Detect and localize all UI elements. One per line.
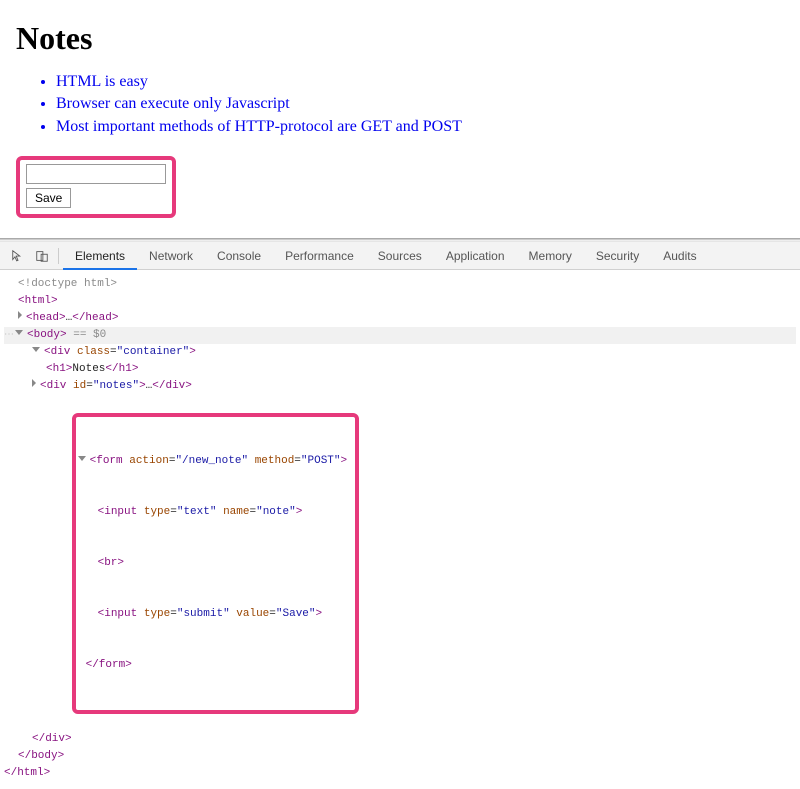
devtools-toolbar: Elements Network Console Performance Sou…	[0, 242, 800, 270]
source-token: <h1>	[46, 363, 72, 375]
source-token: </html>	[4, 767, 50, 779]
source-token: value	[236, 608, 269, 620]
source-token: Notes	[72, 363, 105, 375]
list-item: HTML is easy	[56, 71, 784, 93]
source-token: </form>	[86, 659, 132, 671]
selection-indicator: == $0	[73, 329, 106, 341]
source-token: "Save"	[276, 608, 316, 620]
tab-console[interactable]: Console	[205, 242, 273, 270]
page-viewport: Notes HTML is easy Browser can execute o…	[0, 0, 800, 239]
list-item: Most important methods of HTTP-protocol …	[56, 116, 784, 138]
source-token: "/new_note"	[175, 455, 248, 467]
expand-icon[interactable]	[18, 311, 22, 319]
source-token: </body>	[18, 750, 64, 762]
source-token: </head>	[72, 312, 118, 324]
source-token: </div>	[152, 380, 192, 392]
notes-list: HTML is easy Browser can execute only Ja…	[16, 71, 784, 138]
tab-sources[interactable]: Sources	[366, 242, 434, 270]
tab-application[interactable]: Application	[434, 242, 517, 270]
collapse-icon[interactable]	[32, 347, 40, 352]
source-token: "container"	[117, 346, 190, 358]
source-token: <!doctype html>	[18, 278, 117, 290]
source-token: </div>	[32, 733, 72, 745]
source-token: input	[104, 608, 137, 620]
source-token: name	[223, 506, 249, 518]
source-token: "submit"	[177, 608, 230, 620]
expand-icon[interactable]	[32, 379, 36, 387]
selected-node-row[interactable]: ⋯ <body> == $0	[4, 327, 796, 344]
source-token: input	[104, 506, 137, 518]
inspect-icon[interactable]	[6, 244, 30, 268]
tab-security[interactable]: Security	[584, 242, 651, 270]
toolbar-separator	[58, 248, 59, 264]
source-token: <html>	[18, 295, 58, 307]
source-token: <body>	[27, 329, 67, 341]
source-token: method	[255, 455, 295, 467]
source-token: id	[73, 380, 86, 392]
source-token: </h1>	[105, 363, 138, 375]
source-highlight-box: <form action="/new_note" method="POST"> …	[72, 413, 360, 715]
tab-network[interactable]: Network	[137, 242, 205, 270]
save-button[interactable]: Save	[26, 188, 71, 208]
devtools-panel: Elements Network Console Performance Sou…	[0, 242, 800, 788]
source-token: "text"	[177, 506, 217, 518]
source-token: "note"	[256, 506, 296, 518]
source-token: div	[51, 346, 71, 358]
source-token: <head>	[26, 312, 66, 324]
tab-audits[interactable]: Audits	[651, 242, 708, 270]
note-input[interactable]	[26, 164, 166, 184]
source-token: type	[144, 506, 170, 518]
source-token: "notes"	[93, 380, 139, 392]
source-token: class	[77, 346, 110, 358]
elements-source-tree[interactable]: <!doctype html> <html> <head>…</head> ⋯<…	[0, 270, 800, 788]
device-toggle-icon[interactable]	[30, 244, 54, 268]
source-token: "POST"	[301, 455, 341, 467]
source-token: action	[129, 455, 169, 467]
collapse-icon[interactable]	[78, 456, 86, 461]
source-token: type	[144, 608, 170, 620]
form-highlight-box: Save	[16, 156, 176, 218]
list-item: Browser can execute only Javascript	[56, 93, 784, 115]
tab-elements[interactable]: Elements	[63, 242, 137, 270]
source-token: form	[96, 455, 122, 467]
tab-memory[interactable]: Memory	[517, 242, 584, 270]
source-token: div	[47, 380, 67, 392]
page-title: Notes	[16, 20, 784, 57]
source-token: <br>	[98, 557, 124, 569]
collapse-icon[interactable]	[15, 330, 23, 335]
gutter-dots: ⋯	[4, 330, 13, 341]
tab-performance[interactable]: Performance	[273, 242, 366, 270]
